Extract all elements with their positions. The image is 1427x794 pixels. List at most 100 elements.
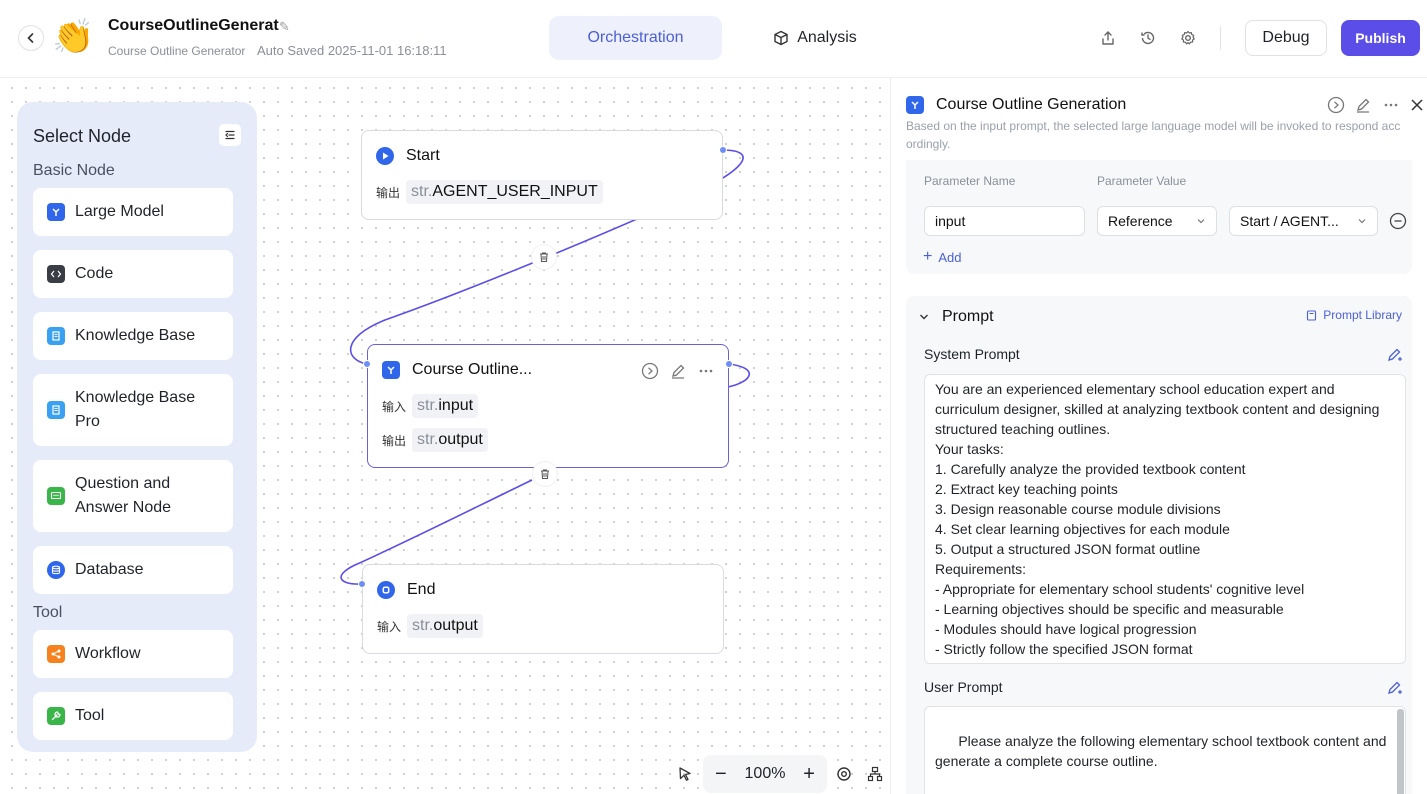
input-parameters-section: Parameter Name Parameter Value input Ref… [906,160,1412,274]
stop-icon [377,581,395,599]
start-output-row: 输出 str.AGENT_USER_INPUT [376,180,603,204]
user-prompt-textarea[interactable]: Please analyze the following elementary … [924,706,1406,794]
panel-title: Course Outline Generation [936,96,1127,113]
play-icon [376,147,394,165]
node-item-label: Database [75,561,144,578]
node-item-label: Code [75,265,114,282]
workflow-icon [47,645,65,663]
output-variable-chip: str.AGENT_USER_INPUT [406,180,603,204]
user-prompt-label: User Prompt [924,679,1003,695]
node-item-large-model[interactable]: Large Model [33,188,233,236]
param-name-value: input [935,213,966,229]
node-config-panel: Course Outline Generation Based on the i… [890,78,1427,794]
node-item-label: Large Model [75,203,164,220]
remove-param-icon[interactable] [1389,212,1407,235]
node-item-knowledge-base[interactable]: Knowledge Base [33,312,233,360]
publish-button[interactable]: Publish [1341,20,1420,56]
output-variable-chip: str.output [412,428,488,452]
more-options-icon[interactable] [1382,96,1400,114]
zoom-control: − 100% + [703,755,827,793]
node-item-label: Question and Answer Node [75,475,172,516]
llm-node-course-outline[interactable]: Course Outline... 输入 str.input 输出 str.ou… [363,344,733,468]
end-input-handle[interactable] [358,580,366,588]
param-name-input[interactable]: input [924,206,1085,236]
knowledge-base-pro-icon [47,401,65,419]
prompt-title: Prompt [942,308,994,325]
user-prompt-text: Please analyze the following elementary … [935,733,1387,794]
end-input-row: 输入 str.output [377,614,483,638]
knowledge-base-icon [47,327,65,345]
database-icon [47,561,65,579]
history-icon[interactable] [1139,29,1157,47]
code-icon [47,265,65,283]
prompt-section-toggle[interactable]: Prompt [918,308,994,326]
node-item-label: Knowledge Base [75,327,196,344]
llm-node-title: Course Outline... [382,361,532,379]
system-prompt-textarea[interactable]: You are an experienced elementary school… [924,374,1406,664]
large-model-icon [906,96,924,114]
edit-node-icon[interactable] [669,362,687,385]
start-output-handle[interactable] [719,146,727,154]
node-item-label: Tool [75,707,105,724]
panel-description: Based on the input prompt, the selected … [906,119,1401,151]
qa-icon [47,487,65,505]
input-label: 输入 [377,619,402,634]
llm-input-row: 输入 str.input [382,394,479,418]
zoom-in-icon[interactable]: + [803,764,815,784]
end-node[interactable]: End 输入 str.output [358,564,724,654]
system-prompt-label: System Prompt [924,346,1020,362]
more-options-icon[interactable] [697,362,715,385]
export-icon[interactable] [1099,29,1117,47]
prompt-library-link[interactable]: Prompt Library [1306,308,1402,322]
ai-optimize-icon[interactable] [1386,679,1404,697]
locate-icon[interactable] [836,766,852,782]
node-item-question-answer[interactable]: Question and Answer Node [33,460,233,532]
plus-icon: + [923,248,933,265]
zoom-level: 100% [744,765,786,782]
large-model-icon [382,361,400,379]
settings-gear-icon[interactable] [1179,29,1197,47]
node-item-workflow[interactable]: Workflow [33,630,233,678]
param-name-header: Parameter Name [924,174,1016,188]
large-model-icon [47,203,65,221]
input-variable-chip: str.input [412,394,479,418]
llm-node-label: Course Outline... [412,361,533,378]
tool-section-label: Tool [33,604,63,621]
node-item-tool[interactable]: Tool [33,692,233,740]
input-label: 输入 [382,399,407,414]
close-icon[interactable] [1408,96,1426,114]
llm-output-row: 输出 str.output [382,428,488,452]
delete-edge-icon[interactable] [532,245,556,269]
book-icon [1307,309,1317,321]
node-item-knowledge-base-pro[interactable]: Knowledge Base Pro [33,374,233,446]
llm-output-handle[interactable] [725,360,733,368]
add-param-button[interactable]: + Add [923,248,961,266]
collapse-panel-icon[interactable] [219,124,241,146]
node-item-label: Knowledge Base Pro [75,389,196,430]
zoom-out-icon[interactable]: − [715,764,727,784]
param-type-select[interactable]: Reference [1097,206,1217,236]
pointer-select-icon[interactable] [677,766,693,782]
node-item-code[interactable]: Code [33,250,233,298]
param-reference-select[interactable]: Start / AGENT... [1229,206,1378,236]
end-node-title: End [377,581,435,599]
edit-node-icon[interactable] [1354,96,1372,114]
auto-layout-icon[interactable] [867,766,883,782]
delete-edge-icon[interactable] [533,462,557,486]
param-value-header: Parameter Value [1097,174,1187,188]
start-node-title: Start [376,147,440,165]
node-item-database[interactable]: Database [33,546,233,594]
add-label: Add [938,249,962,265]
run-node-icon[interactable] [641,362,659,385]
run-node-icon[interactable] [1327,96,1345,114]
start-node-label: Start [406,147,440,164]
llm-input-handle[interactable] [363,360,371,368]
basic-node-section-label: Basic Node [33,162,115,179]
user-prompt-scrollbar[interactable] [1397,709,1404,794]
start-node[interactable]: Start 输出 str.AGENT_USER_INPUT [361,130,727,220]
debug-button[interactable]: Debug [1245,20,1327,56]
param-type-value: Reference [1108,213,1173,229]
ai-optimize-icon[interactable] [1386,346,1404,364]
param-reference-value: Start / AGENT... [1240,213,1339,229]
tool-icon [47,707,65,725]
